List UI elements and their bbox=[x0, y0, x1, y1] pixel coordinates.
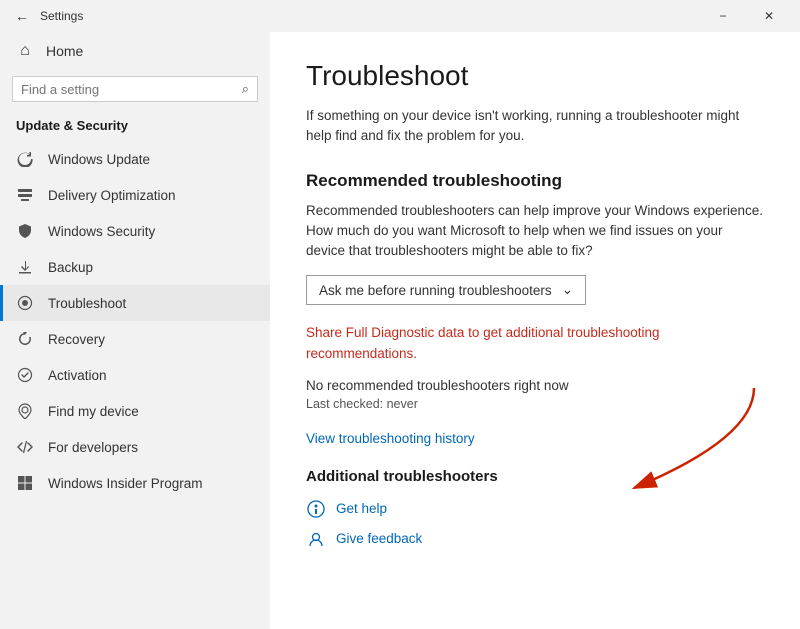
app-title: Settings bbox=[40, 9, 700, 23]
find-my-device-icon bbox=[16, 402, 34, 420]
sidebar: ⌂ Home ⌕ Update & Security Windows Updat… bbox=[0, 32, 270, 629]
for-developers-label: For developers bbox=[48, 440, 138, 455]
search-icon: ⌕ bbox=[242, 81, 249, 97]
recommended-desc: Recommended troubleshooters can help imp… bbox=[306, 201, 764, 262]
windows-security-icon bbox=[16, 222, 34, 240]
content-area: Troubleshoot If something on your device… bbox=[270, 32, 800, 629]
sidebar-item-windows-insider[interactable]: Windows Insider Program bbox=[0, 465, 270, 501]
page-description: If something on your device isn't workin… bbox=[306, 106, 764, 147]
give-feedback-icon bbox=[306, 529, 326, 549]
window-controls: − ✕ bbox=[700, 0, 792, 32]
give-feedback-label: Give feedback bbox=[336, 531, 422, 546]
give-feedback-item[interactable]: Give feedback bbox=[306, 529, 764, 549]
sidebar-item-home[interactable]: ⌂ Home bbox=[0, 32, 270, 70]
back-button[interactable]: ← bbox=[8, 2, 36, 30]
for-developers-icon bbox=[16, 438, 34, 456]
troubleshoot-icon bbox=[16, 294, 34, 312]
chevron-down-icon: ⌄ bbox=[562, 282, 573, 298]
activation-icon bbox=[16, 366, 34, 384]
troubleshoot-dropdown[interactable]: Ask me before running troubleshooters ⌄ bbox=[306, 275, 586, 305]
section-title: Update & Security bbox=[0, 112, 270, 141]
home-icon: ⌂ bbox=[16, 42, 34, 60]
windows-security-label: Windows Security bbox=[48, 224, 155, 239]
sidebar-item-troubleshoot[interactable]: Troubleshoot bbox=[0, 285, 270, 321]
delivery-optimization-icon bbox=[16, 186, 34, 204]
sidebar-item-windows-update[interactable]: Windows Update bbox=[0, 141, 270, 177]
find-my-device-label: Find my device bbox=[48, 404, 139, 419]
delivery-optimization-label: Delivery Optimization bbox=[48, 188, 176, 203]
get-help-item[interactable]: Get help bbox=[306, 499, 764, 519]
windows-update-icon bbox=[16, 150, 34, 168]
page-title: Troubleshoot bbox=[306, 60, 764, 92]
close-button[interactable]: ✕ bbox=[746, 0, 792, 32]
search-box[interactable]: ⌕ bbox=[12, 76, 258, 102]
main-layout: ⌂ Home ⌕ Update & Security Windows Updat… bbox=[0, 32, 800, 629]
sidebar-item-windows-security[interactable]: Windows Security bbox=[0, 213, 270, 249]
last-checked-text: Last checked: never bbox=[306, 397, 764, 411]
dropdown-value: Ask me before running troubleshooters bbox=[319, 283, 552, 298]
additional-section-heading: Additional troubleshooters bbox=[306, 468, 764, 485]
backup-label: Backup bbox=[48, 260, 93, 275]
minimize-button[interactable]: − bbox=[700, 0, 746, 32]
view-history-link[interactable]: View troubleshooting history bbox=[306, 431, 764, 446]
windows-update-label: Windows Update bbox=[48, 152, 150, 167]
backup-icon bbox=[16, 258, 34, 276]
status-text: No recommended troubleshooters right now bbox=[306, 378, 764, 393]
bottom-links: Get help Give feedback bbox=[306, 499, 764, 549]
search-input[interactable] bbox=[21, 82, 236, 97]
troubleshoot-label: Troubleshoot bbox=[48, 296, 126, 311]
recovery-icon bbox=[16, 330, 34, 348]
sidebar-item-for-developers[interactable]: For developers bbox=[0, 429, 270, 465]
get-help-label: Get help bbox=[336, 501, 387, 516]
recommended-heading: Recommended troubleshooting bbox=[306, 171, 764, 191]
windows-insider-label: Windows Insider Program bbox=[48, 476, 203, 491]
sidebar-item-find-my-device[interactable]: Find my device bbox=[0, 393, 270, 429]
recovery-label: Recovery bbox=[48, 332, 105, 347]
home-label: Home bbox=[46, 43, 83, 59]
title-bar: ← Settings − ✕ bbox=[0, 0, 800, 32]
sidebar-item-delivery-optimization[interactable]: Delivery Optimization bbox=[0, 177, 270, 213]
sidebar-item-recovery[interactable]: Recovery bbox=[0, 321, 270, 357]
get-help-icon bbox=[306, 499, 326, 519]
windows-insider-icon bbox=[16, 474, 34, 492]
diagnostic-link[interactable]: Share Full Diagnostic data to get additi… bbox=[306, 323, 764, 364]
sidebar-item-backup[interactable]: Backup bbox=[0, 249, 270, 285]
activation-label: Activation bbox=[48, 368, 107, 383]
sidebar-item-activation[interactable]: Activation bbox=[0, 357, 270, 393]
